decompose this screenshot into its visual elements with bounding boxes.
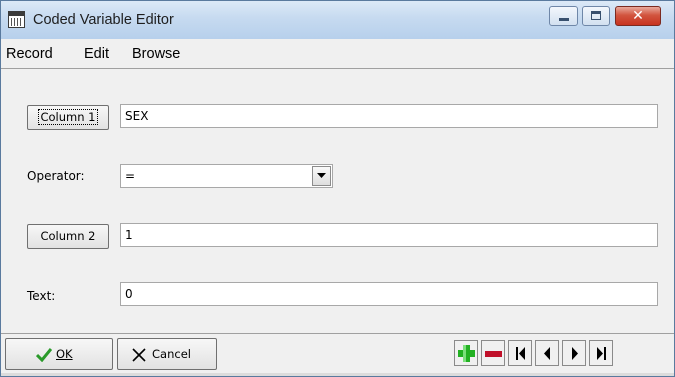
- ok-label: OK: [56, 347, 73, 361]
- next-record-icon: [572, 347, 578, 360]
- operator-label: Operator:: [27, 169, 85, 183]
- operator-value: =: [125, 169, 136, 183]
- text-field[interactable]: 0: [120, 282, 658, 306]
- chevron-down-icon: [317, 173, 326, 178]
- close-icon: ✕: [632, 8, 644, 24]
- minimize-icon: [559, 18, 569, 21]
- minus-icon: [485, 351, 502, 357]
- window-title: Coded Variable Editor: [33, 12, 174, 28]
- text-label: Text:: [27, 289, 56, 303]
- menu-edit[interactable]: Edit: [84, 46, 109, 62]
- column1-button-label: Column 1: [38, 109, 98, 125]
- menu-separator: [1, 68, 674, 69]
- check-icon: [36, 348, 52, 362]
- column2-button-label: Column 2: [40, 229, 96, 243]
- operator-select[interactable]: =: [120, 164, 333, 188]
- menu-record[interactable]: Record: [6, 46, 53, 62]
- window-bottom-edge: [1, 373, 674, 376]
- column1-button[interactable]: Column 1: [27, 105, 109, 130]
- add-record-button[interactable]: [454, 340, 478, 366]
- title-bar[interactable]: Coded Variable Editor ✕: [1, 1, 674, 39]
- cancel-label: Cancel: [152, 347, 191, 361]
- column2-field[interactable]: 1: [120, 223, 658, 247]
- delete-record-button[interactable]: [481, 340, 505, 366]
- menu-bar: Record Edit Browse: [1, 39, 674, 68]
- last-record-button[interactable]: [589, 340, 613, 366]
- minimize-button[interactable]: [549, 6, 578, 26]
- cancel-button[interactable]: Cancel: [117, 338, 217, 370]
- footer-separator: [1, 333, 674, 334]
- window: Coded Variable Editor ✕ Record Edit Brow…: [0, 0, 675, 377]
- next-record-button[interactable]: [562, 340, 586, 366]
- column2-button[interactable]: Column 2: [27, 224, 109, 249]
- dropdown-button[interactable]: [312, 166, 331, 186]
- prev-record-button[interactable]: [535, 340, 559, 366]
- app-icon[interactable]: [8, 11, 25, 28]
- first-record-button[interactable]: [508, 340, 532, 366]
- column1-field[interactable]: SEX: [120, 104, 658, 128]
- prev-record-icon: [544, 347, 550, 360]
- menu-browse[interactable]: Browse: [132, 46, 180, 62]
- maximize-icon: [591, 11, 601, 20]
- ok-button[interactable]: OK: [5, 338, 113, 370]
- plus-icon: [458, 345, 475, 362]
- last-record-icon: [597, 347, 606, 360]
- x-icon: [132, 348, 146, 362]
- maximize-button[interactable]: [582, 6, 610, 26]
- close-button[interactable]: ✕: [615, 6, 661, 26]
- first-record-icon: [516, 347, 525, 360]
